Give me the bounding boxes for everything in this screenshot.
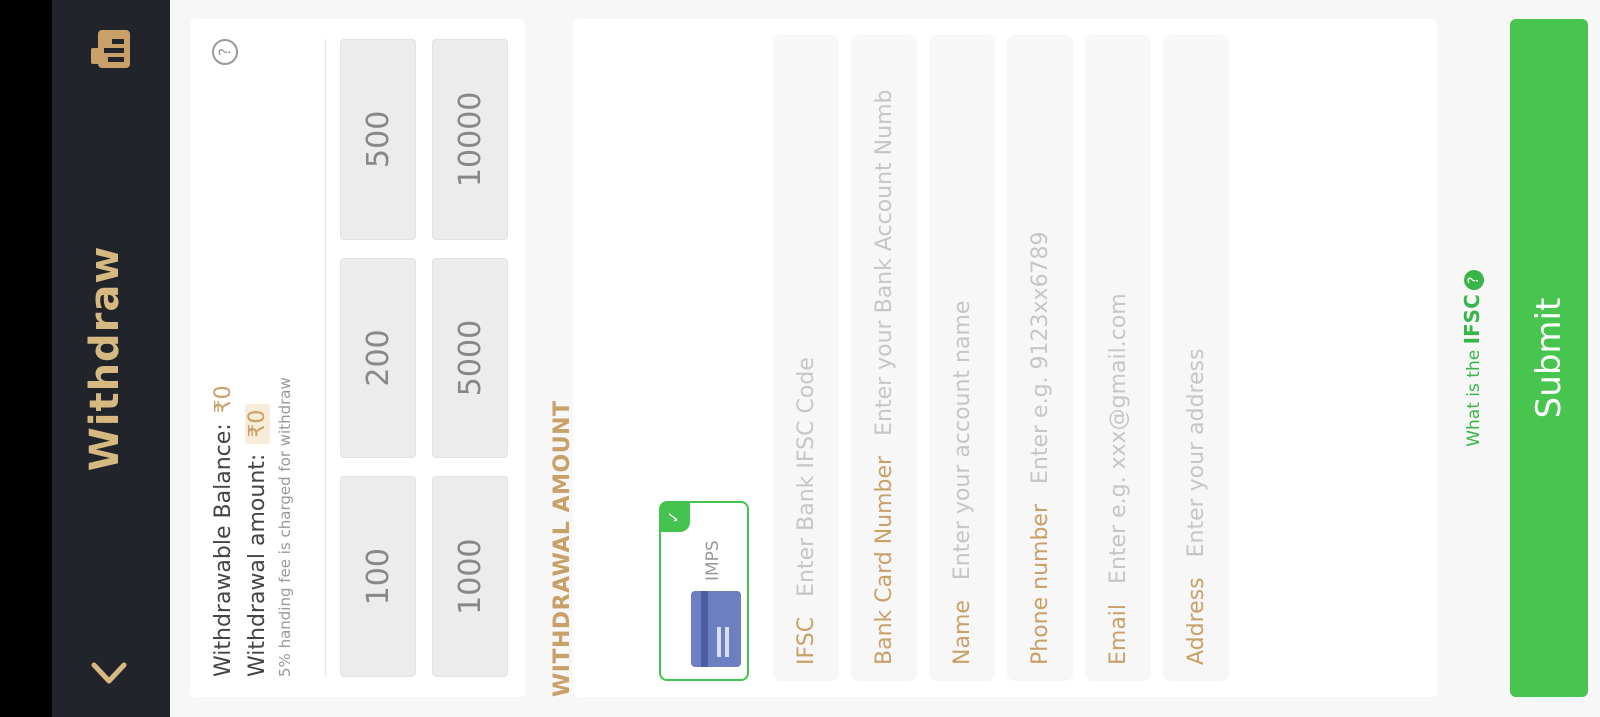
submit-button[interactable]: Submit — [1510, 19, 1588, 697]
name-label: Name — [949, 600, 975, 665]
amount-option-10000[interactable]: 10000 — [432, 39, 508, 240]
question-icon: ? — [1464, 270, 1484, 291]
withdrawal-amount-label: Withdrawal amount: — [244, 453, 270, 677]
page-title: Withdraw — [82, 245, 128, 472]
address-label: Address — [1183, 577, 1209, 665]
status-bar — [0, 0, 52, 717]
address-input[interactable] — [1183, 51, 1209, 558]
bank-form-card: ✓ IMPS IFSC Bank Card Number — [573, 19, 1437, 697]
withdrawal-amount-row: Withdrawal amount: ₹0 — [240, 77, 274, 677]
balance-card: ? Withdrawable Balance: ₹0 Withdrawal am… — [190, 19, 525, 697]
divider — [325, 39, 326, 677]
ifsc-field-row: IFSC — [773, 35, 839, 681]
email-label: Email — [1105, 603, 1131, 665]
phone-field-row: Phone number — [1007, 35, 1073, 681]
amount-option-100[interactable]: 100 — [340, 476, 416, 677]
section-title: WITHDRAWAL AMOUNT — [550, 400, 575, 698]
amount-option-5000[interactable]: 5000 — [432, 257, 508, 459]
top-bar: Withdraw — [52, 0, 170, 717]
name-field-row: Name — [929, 35, 995, 681]
payment-method-imps[interactable]: ✓ IMPS — [659, 501, 749, 681]
check-icon: ✓ — [660, 502, 690, 532]
bank-card-icon — [691, 591, 741, 667]
withdraw-content: ? Withdrawable Balance: ₹0 Withdrawal am… — [170, 0, 1600, 717]
withdrawable-balance-row: Withdrawable Balance: ₹0 — [206, 77, 240, 677]
withdrawal-amount-value: ₹0 — [244, 403, 270, 444]
help-icon[interactable]: ? — [212, 39, 238, 65]
ifsc-help-link[interactable]: What is the IFSC? — [1460, 0, 1484, 717]
withdrawable-balance-value: ₹0 — [210, 385, 236, 414]
bank-card-label: Bank Card Number — [871, 455, 897, 665]
amount-options: 100 200 500 1000 5000 10000 — [340, 39, 508, 677]
email-input[interactable] — [1105, 51, 1131, 584]
phone-label: Phone number — [1027, 503, 1053, 665]
withdrawable-balance-label: Withdrawable Balance: — [210, 423, 236, 677]
payment-method-label: IMPS — [703, 540, 723, 581]
bank-details-fields: IFSC Bank Card Number Name Phone number … — [773, 35, 1241, 681]
fee-note: 5% handing fee is charged for withdraw — [276, 377, 294, 677]
phone-input[interactable] — [1027, 51, 1053, 484]
amount-option-200[interactable]: 200 — [340, 257, 416, 459]
withdraw-screen: Withdraw ? Withdrawable Balance: ₹0 With… — [0, 0, 1600, 717]
bank-card-field-row: Bank Card Number — [851, 35, 917, 681]
ifsc-help-highlight: IFSC — [1460, 294, 1484, 345]
bank-card-input[interactable] — [871, 51, 897, 436]
ifsc-label: IFSC — [793, 616, 819, 665]
amount-option-500[interactable]: 500 — [340, 39, 416, 240]
ifsc-input[interactable] — [793, 51, 819, 597]
records-icon[interactable] — [88, 26, 134, 72]
email-field-row: Email — [1085, 35, 1151, 681]
name-input[interactable] — [949, 51, 975, 581]
address-field-row: Address — [1163, 35, 1229, 681]
amount-option-1000[interactable]: 1000 — [432, 476, 508, 677]
balance-info: Withdrawable Balance: ₹0 Withdrawal amou… — [206, 77, 295, 677]
ifsc-help-prefix: What is the — [1464, 349, 1484, 447]
